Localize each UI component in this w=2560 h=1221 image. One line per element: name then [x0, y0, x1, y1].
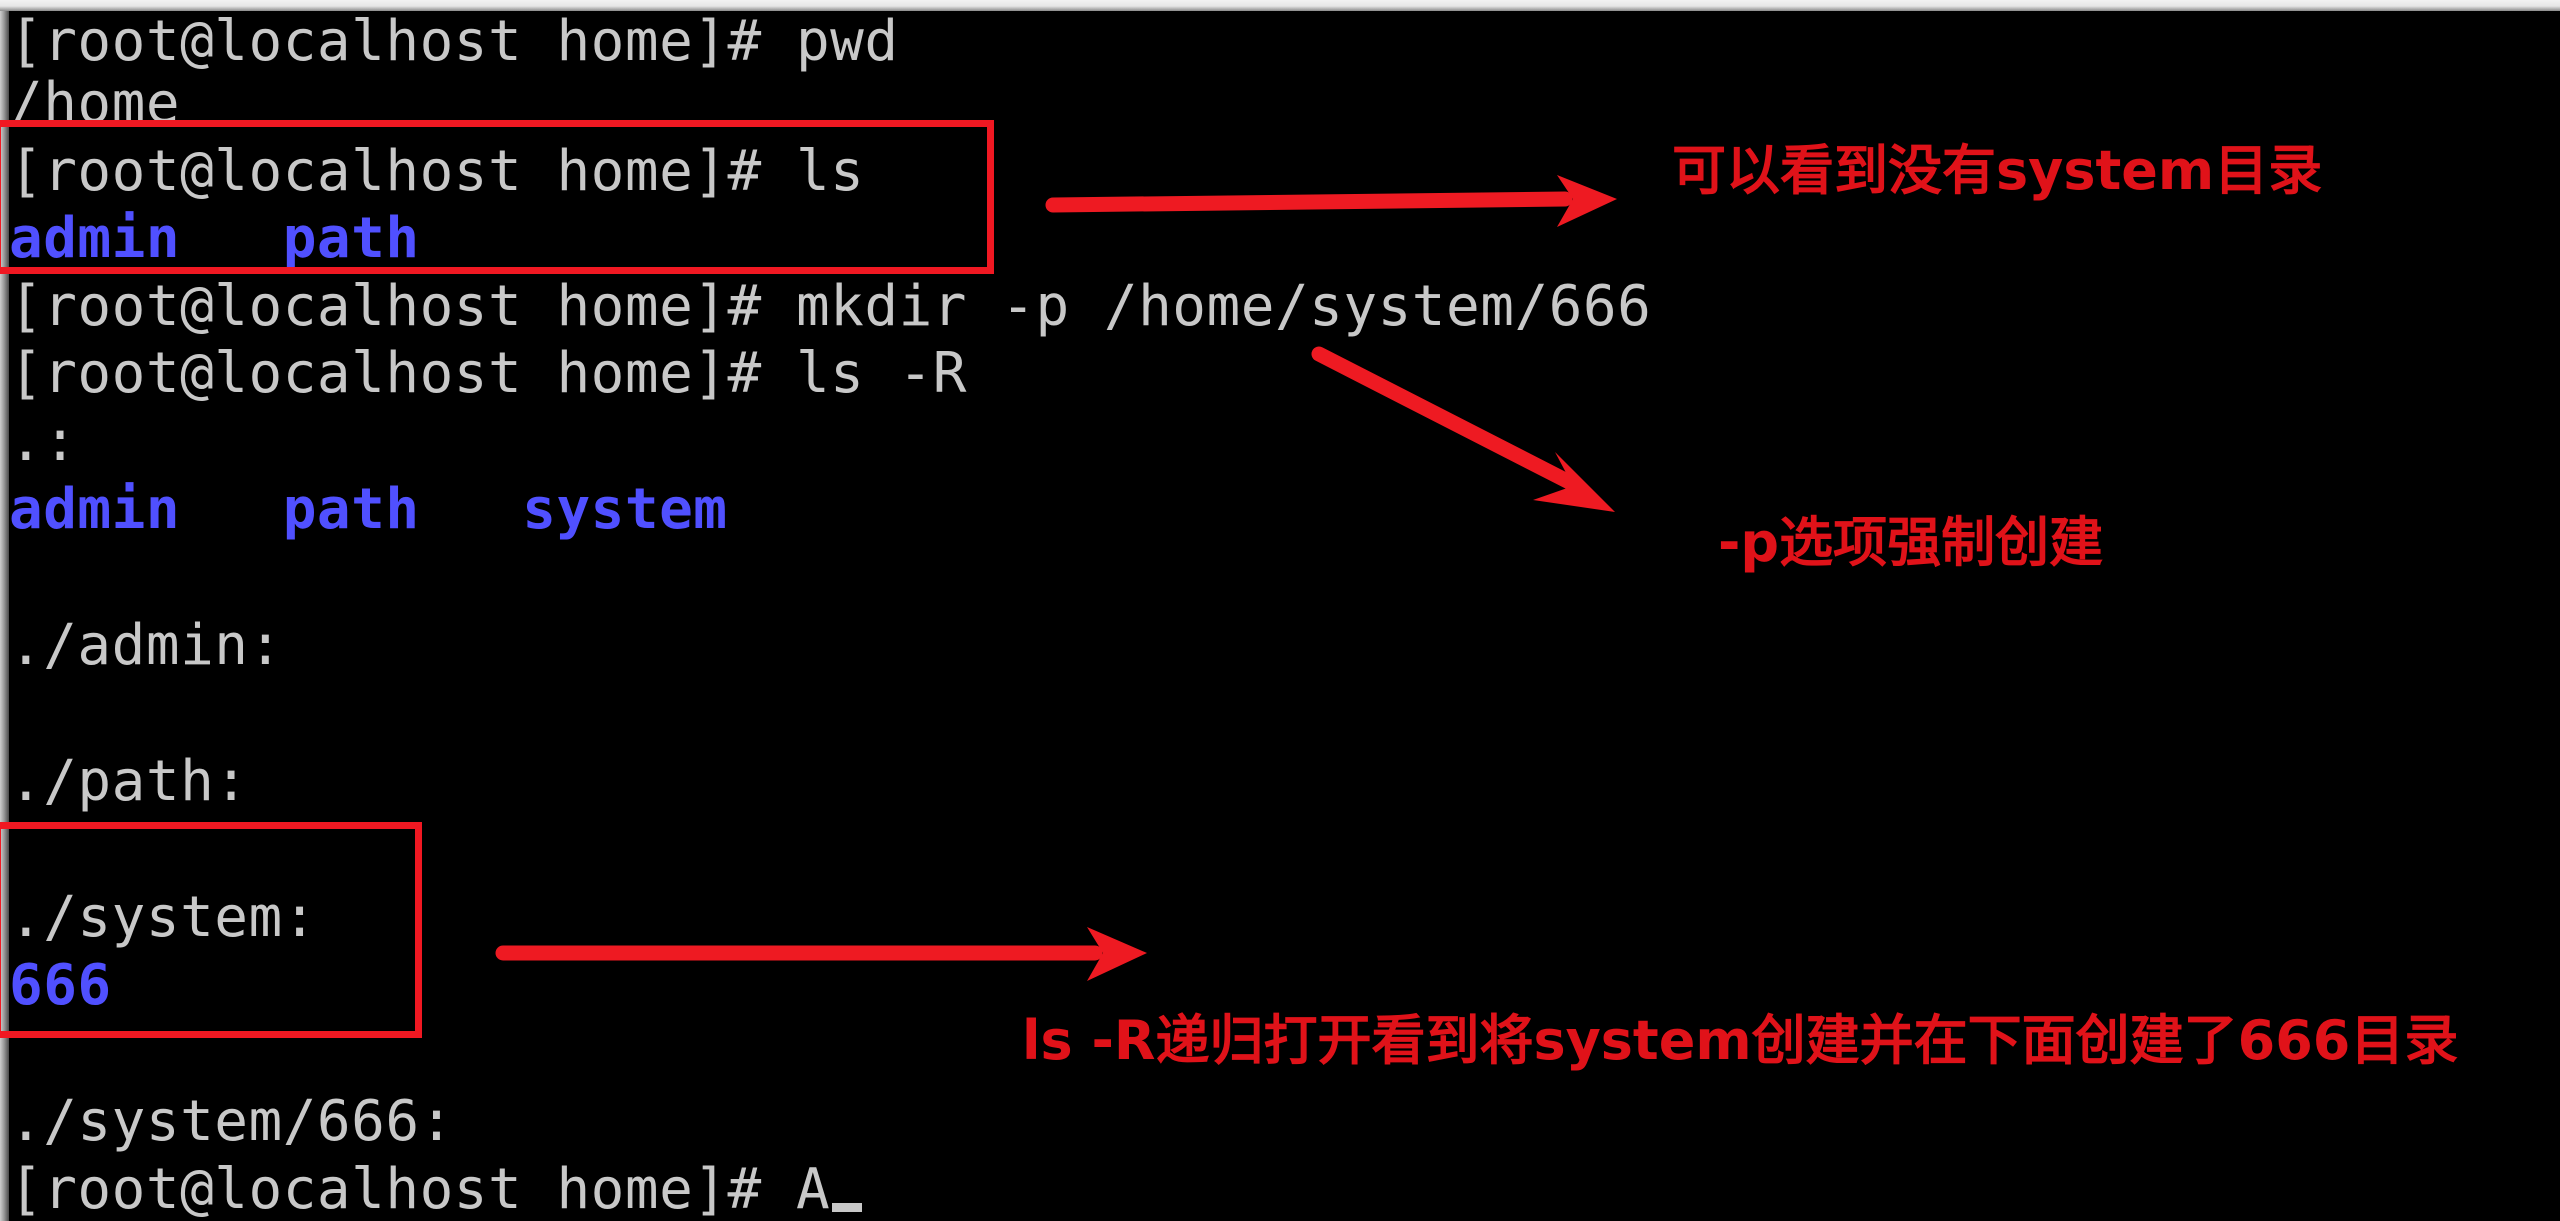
terminal-prompt-text: [root@localhost home]# A	[9, 1157, 831, 1221]
terminal-line: admin path system	[9, 477, 728, 542]
highlight-box-ls-output	[0, 120, 994, 274]
terminal-line: [root@localhost home]# pwd	[9, 9, 899, 74]
arrow-to-p-option-note	[1311, 346, 1615, 512]
terminal-line-active: [root@localhost home]# A	[9, 1157, 863, 1221]
note-ls-recursive: ls -R递归打开看到将system创建并在下面创建了666目录	[1022, 1009, 2459, 1072]
arrow-to-ls-recursive-note	[495, 927, 1147, 981]
arrow-to-no-system-note	[1045, 175, 1617, 227]
terminal-line: ./path:	[9, 749, 249, 814]
terminal-line: ./admin:	[9, 613, 283, 678]
highlight-box-system-666	[0, 822, 422, 1038]
terminal-screenshot: [root@localhost home]# pwd /home [root@l…	[0, 0, 2560, 1221]
note-no-system-dir: 可以看到没有system目录	[1672, 139, 2323, 202]
note-p-option: -p选项强制创建	[1718, 511, 2104, 574]
terminal-line: .:	[9, 409, 78, 474]
terminal-line: [root@localhost home]# ls -R	[9, 341, 968, 406]
terminal-cursor	[832, 1203, 863, 1212]
terminal-line: [root@localhost home]# mkdir -p /home/sy…	[9, 274, 1652, 339]
terminal-line: ./system/666:	[9, 1089, 454, 1154]
